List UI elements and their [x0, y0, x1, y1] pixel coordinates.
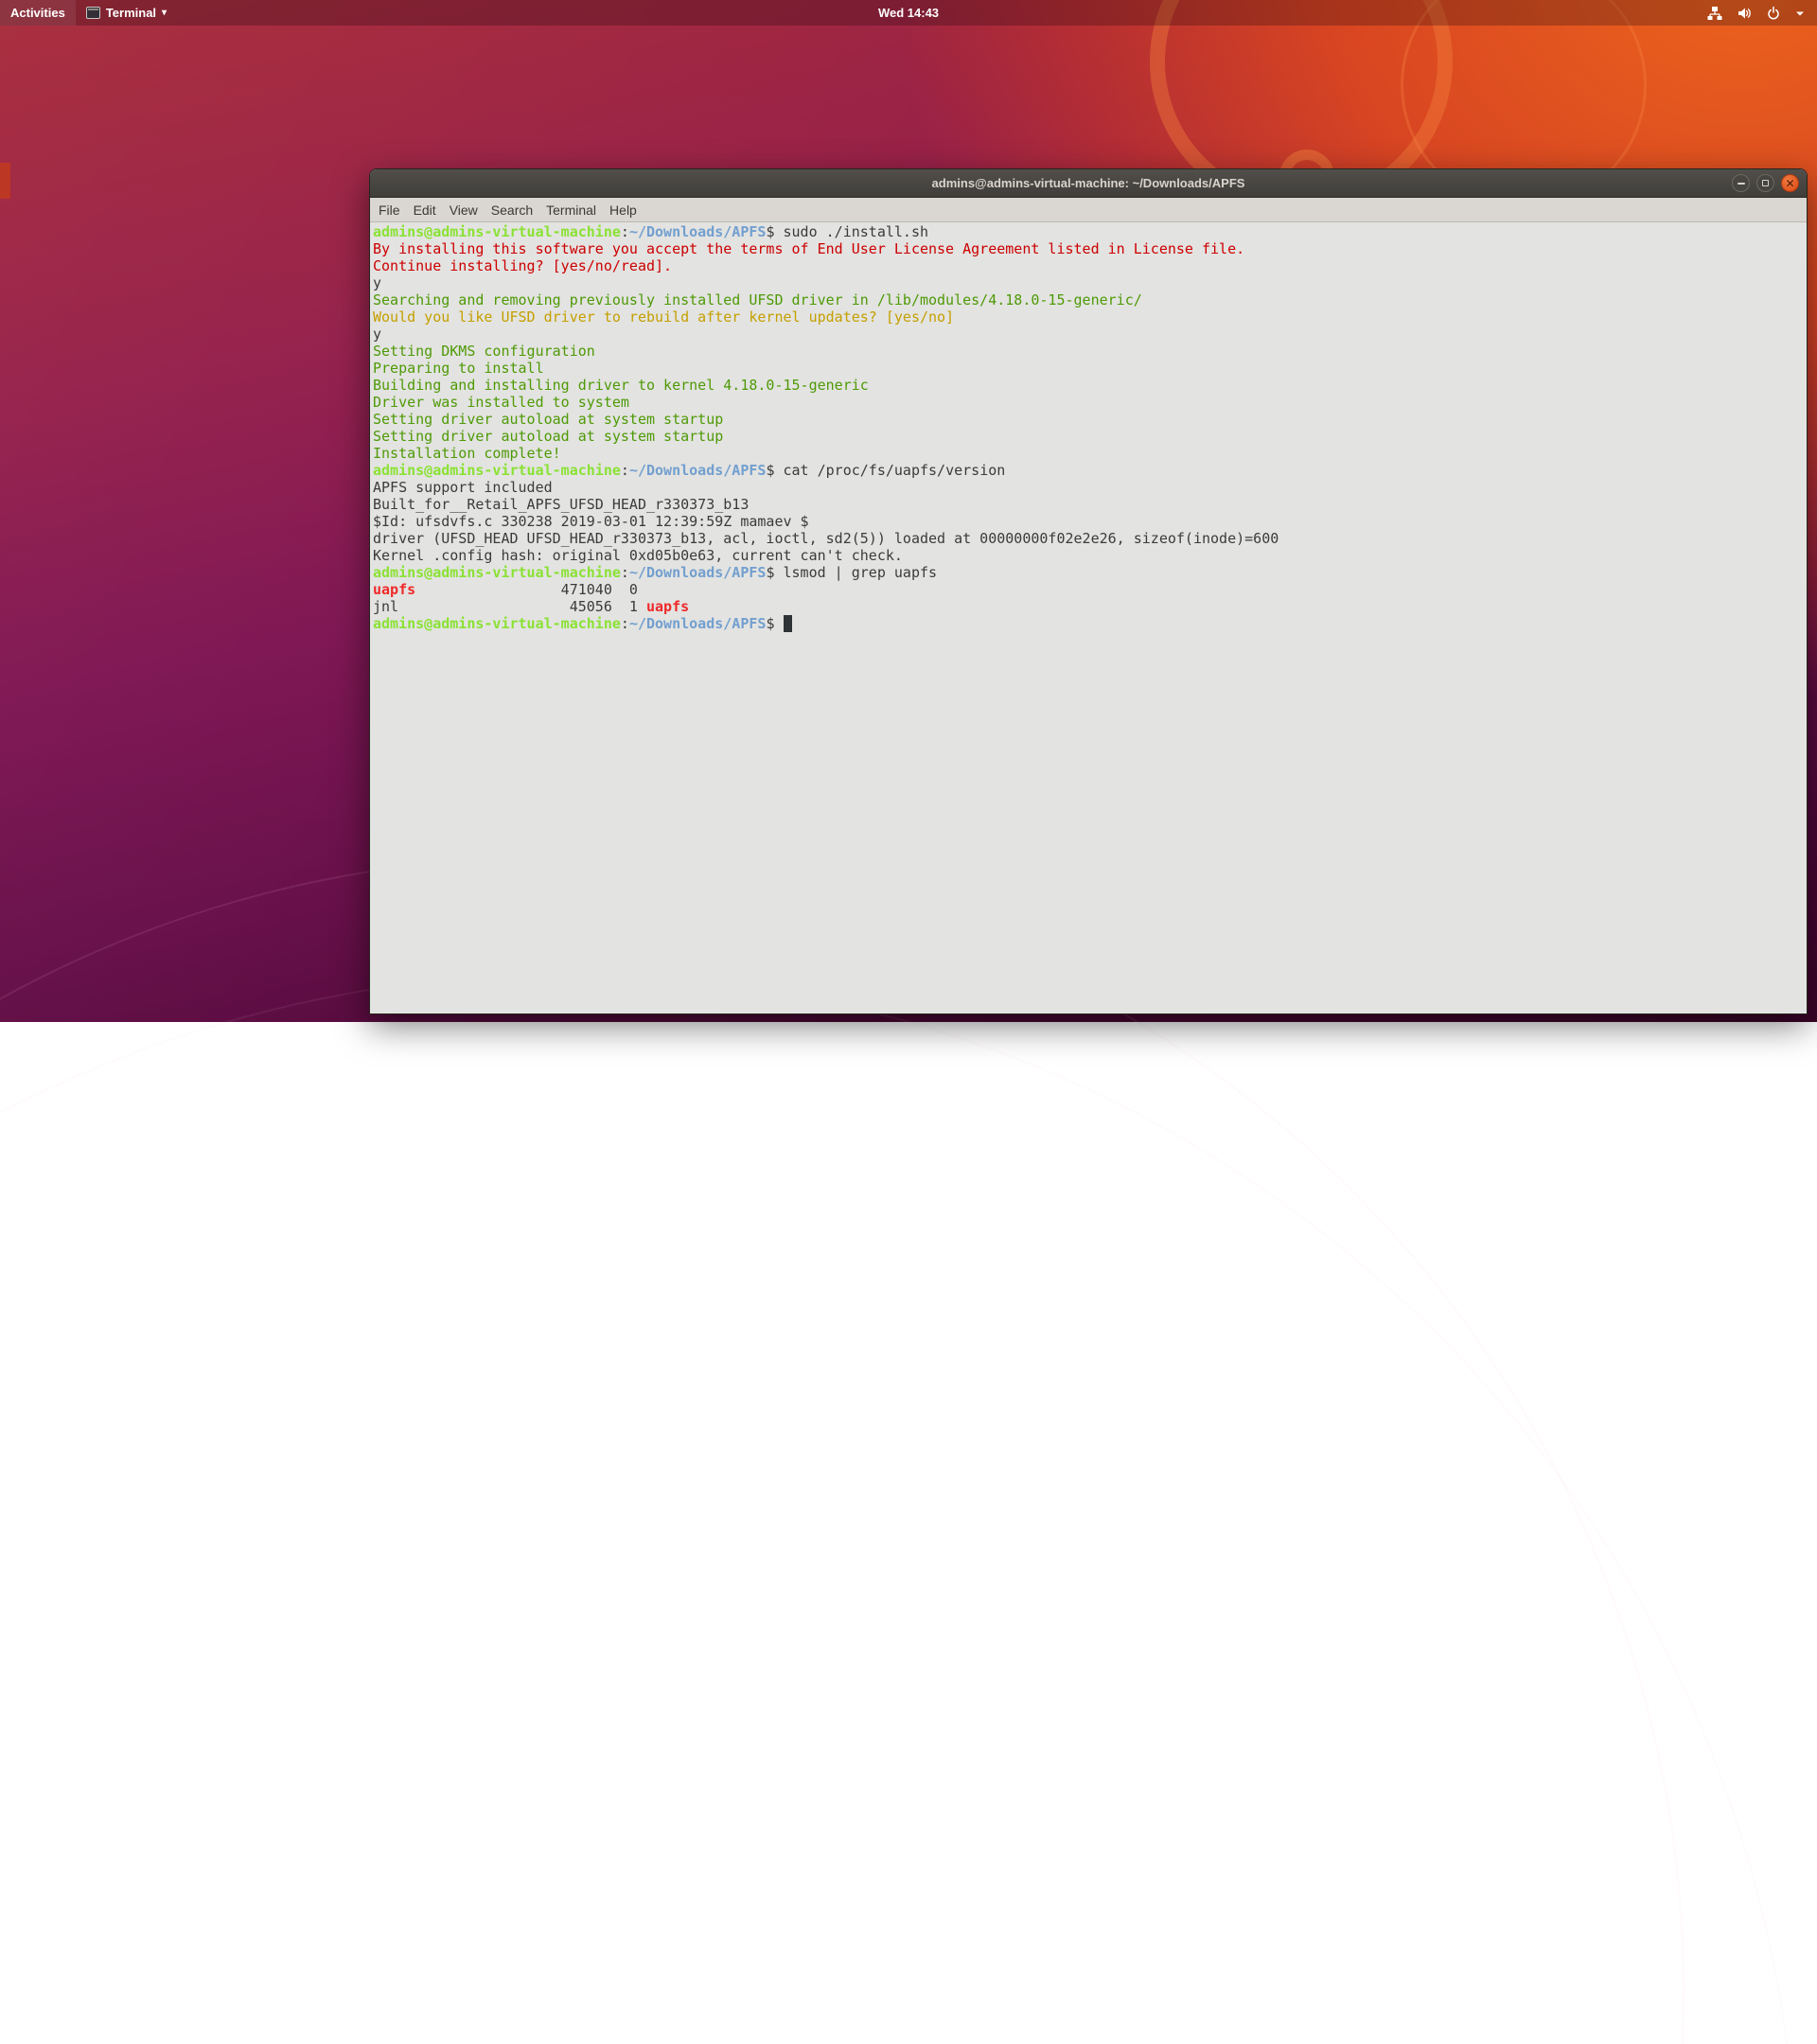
terminal-line: Continue installing? [yes/no/read]. [373, 257, 1807, 274]
minimize-icon [1738, 183, 1745, 185]
menu-item-search[interactable]: Search [485, 200, 539, 220]
terminal-line: APFS support included [373, 479, 1807, 496]
menu-item-terminal[interactable]: Terminal [539, 200, 603, 220]
terminal-line: Installation complete! [373, 445, 1807, 462]
chevron-down-icon: ▾ [162, 9, 167, 18]
terminal-line: admins@admins-virtual-machine:~/Download… [373, 615, 1807, 632]
terminal-line: admins@admins-virtual-machine:~/Download… [373, 462, 1807, 479]
terminal-line: Would you like UFSD driver to rebuild af… [373, 308, 1807, 326]
terminal-line: $Id: ufsdvfs.c 330238 2019-03-01 12:39:5… [373, 513, 1807, 530]
clock-button[interactable]: Wed 14:43 [867, 0, 950, 26]
terminal-line: Built_for__Retail_APFS_UFSD_HEAD_r330373… [373, 496, 1807, 513]
terminal-line: jnl 45056 1 uapfs [373, 598, 1807, 615]
terminal-app-icon [86, 7, 100, 19]
menu-item-view[interactable]: View [443, 200, 485, 220]
window-title: admins@admins-virtual-machine: ~/Downloa… [370, 176, 1807, 190]
terminal-line: Searching and removing previously instal… [373, 291, 1807, 308]
wallpaper-ring [0, 856, 1685, 2044]
menu-item-help[interactable]: Help [603, 200, 644, 220]
system-status-menu[interactable] [1695, 0, 1817, 26]
terminal-line: admins@admins-virtual-machine:~/Download… [373, 223, 1807, 240]
network-icon [1707, 6, 1722, 21]
volume-icon [1737, 6, 1752, 21]
activities-label: Activities [10, 6, 65, 20]
menu-item-file[interactable]: File [372, 200, 407, 220]
close-button[interactable]: ✕ [1781, 174, 1799, 192]
maximize-button[interactable] [1756, 174, 1774, 192]
clock-label: Wed 14:43 [878, 6, 939, 20]
terminal-line: y [373, 326, 1807, 343]
terminal-line: Building and installing driver to kernel… [373, 377, 1807, 394]
app-menu-label: Terminal [106, 6, 156, 20]
menu-bar: FileEditViewSearchTerminalHelp [370, 198, 1807, 222]
terminal-line: Preparing to install [373, 360, 1807, 377]
chevron-down-icon [1795, 9, 1805, 17]
terminal-window: admins@admins-virtual-machine: ~/Downloa… [369, 168, 1808, 1014]
terminal-line: admins@admins-virtual-machine:~/Download… [373, 564, 1807, 581]
minimize-button[interactable] [1732, 174, 1750, 192]
activities-button[interactable]: Activities [0, 0, 76, 26]
power-icon [1766, 6, 1781, 21]
terminal-line: uapfs 471040 0 [373, 581, 1807, 598]
window-controls: ✕ [1732, 174, 1807, 192]
terminal-output[interactable]: admins@admins-virtual-machine:~/Download… [370, 222, 1807, 1013]
terminal-line: y [373, 274, 1807, 291]
terminal-line: Setting driver autoload at system startu… [373, 411, 1807, 428]
terminal-line: Kernel .config hash: original 0xd05b0e63… [373, 547, 1807, 564]
wallpaper-detail [0, 163, 10, 199]
terminal-line: Driver was installed to system [373, 394, 1807, 411]
menu-item-edit[interactable]: Edit [407, 200, 443, 220]
app-menu-terminal[interactable]: Terminal ▾ [76, 0, 177, 26]
terminal-line: By installing this software you accept t… [373, 240, 1807, 257]
terminal-line: Setting driver autoload at system startu… [373, 428, 1807, 445]
top-bar: Activities Terminal ▾ Wed 14:43 [0, 0, 1817, 26]
terminal-line: driver (UFSD_HEAD UFSD_HEAD_r330373_b13,… [373, 530, 1807, 547]
close-icon: ✕ [1785, 178, 1794, 189]
title-bar[interactable]: admins@admins-virtual-machine: ~/Downloa… [370, 169, 1807, 198]
terminal-cursor [784, 615, 792, 632]
terminal-line: Setting DKMS configuration [373, 343, 1807, 360]
wallpaper-ring [0, 973, 1798, 2044]
maximize-icon [1762, 180, 1769, 186]
